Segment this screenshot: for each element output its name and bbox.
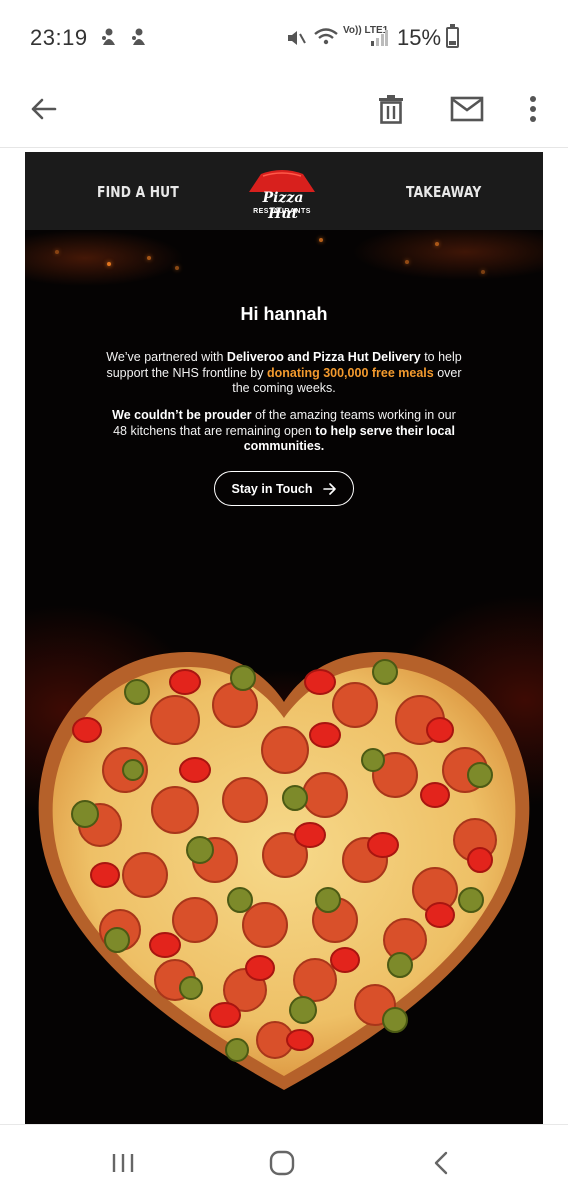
status-bar: 23:19 Vo)) LTE1 15% [0, 0, 568, 76]
system-nav-bar [0, 1124, 568, 1200]
hero-section: Hi hannah We’ve partnered with Deliveroo… [25, 230, 543, 1124]
pizza-hut-logo[interactable]: Pizza Hut RESTAURANTS [245, 168, 319, 222]
find-a-hut-link[interactable]: FIND A HUT [97, 183, 179, 201]
delete-button[interactable] [366, 84, 416, 134]
cta-label: Stay in Touch [231, 481, 313, 496]
more-options-button[interactable] [508, 84, 558, 134]
battery-icon [446, 24, 459, 48]
takeaway-link[interactable]: TAKEAWAY [406, 183, 481, 201]
mute-vibrate-icon [288, 31, 306, 45]
intro-paragraph: We’ve partnered with Deliveroo and Pizza… [106, 350, 462, 395]
arrow-right-icon [322, 482, 336, 495]
home-icon [269, 1150, 295, 1176]
recents-button[interactable] [103, 1145, 143, 1181]
app-bar [0, 76, 568, 148]
mail-icon [450, 96, 484, 122]
back-icon [434, 1151, 448, 1175]
system-back-button[interactable] [421, 1145, 461, 1181]
battery-percent: 15% [397, 25, 442, 50]
home-button[interactable] [262, 1145, 302, 1181]
email-header: FIND A HUT TAKEAWAY Pizza Hut RESTAURANT… [25, 152, 543, 230]
back-button[interactable] [18, 84, 68, 134]
back-arrow-icon [31, 98, 57, 120]
status-time: 23:19 [30, 25, 88, 50]
heart-pizza-image [38, 651, 530, 1090]
signal-icon [371, 30, 388, 46]
wifi-icon [314, 28, 338, 45]
more-vert-icon [530, 96, 536, 122]
trash-icon [379, 95, 403, 124]
recents-icon [112, 1154, 134, 1172]
logo-wordmark: Pizza Hut [262, 190, 304, 222]
email-body: FIND A HUT TAKEAWAY Pizza Hut RESTAURANT… [25, 152, 543, 1124]
logo-subtitle: RESTAURANTS [253, 208, 311, 215]
stay-in-touch-button[interactable]: Stay in Touch [214, 471, 354, 506]
greeting: Hi hannah [240, 304, 328, 324]
notification-icon [132, 28, 145, 45]
kitchens-paragraph: We couldn’t be prouder of the amazing te… [112, 408, 456, 453]
notification-icon [102, 28, 115, 45]
mark-unread-button[interactable] [442, 84, 492, 134]
